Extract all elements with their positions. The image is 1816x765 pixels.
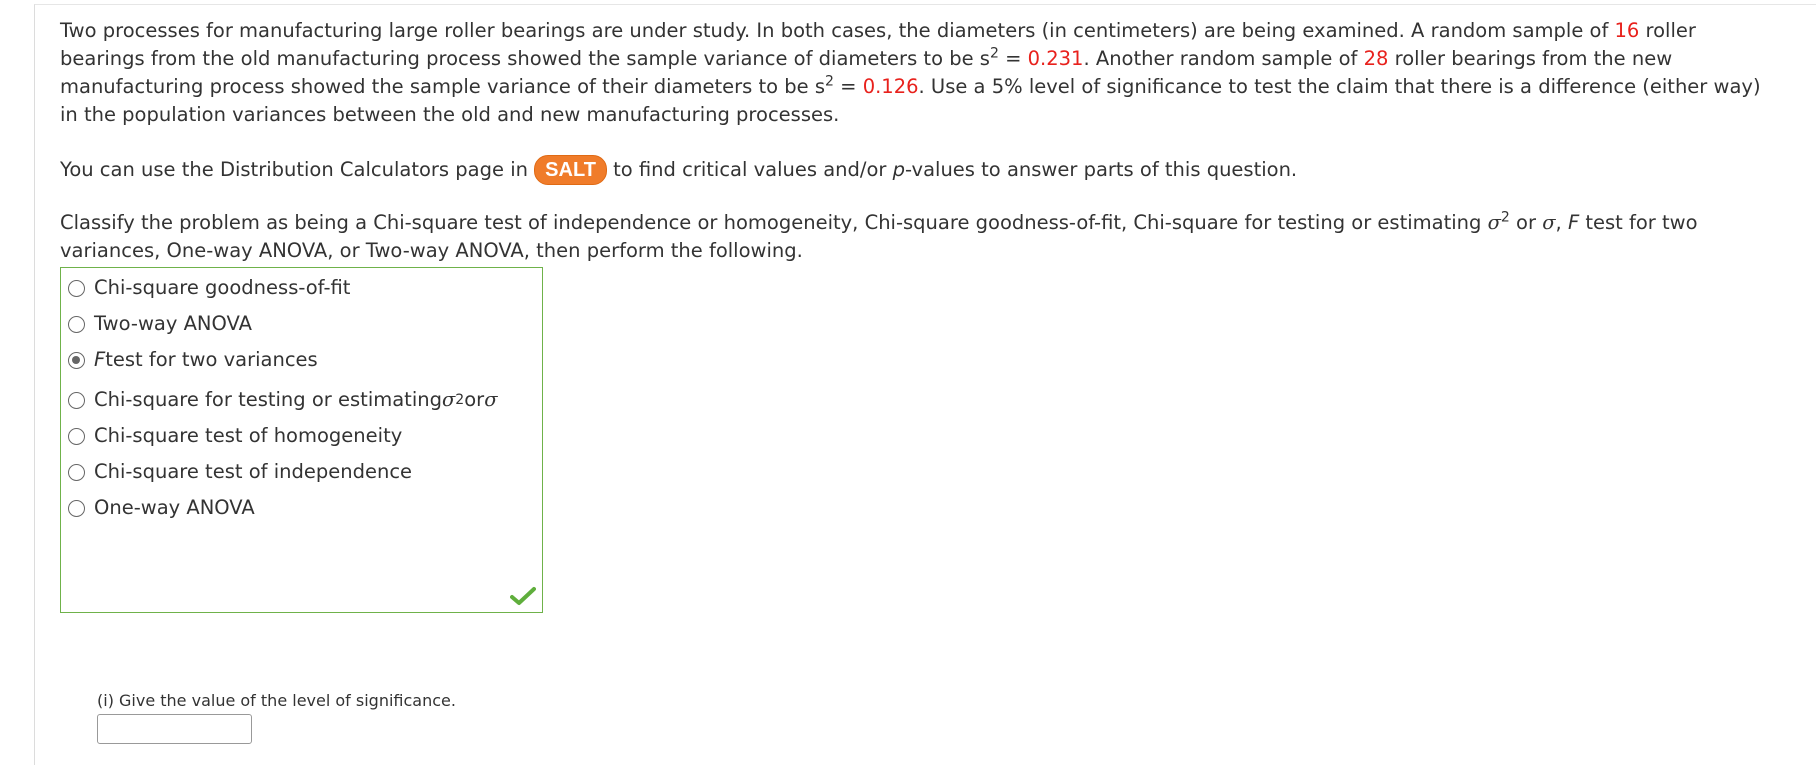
choice-f-test-two-variances[interactable]: F test for two variances [68,346,318,374]
part-i-section: (i) Give the value of the level of signi… [97,691,456,744]
question-panel: Two processes for manufacturing large ro… [34,4,1816,765]
salt-instruction: You can use the Distribution Calculators… [60,155,1780,185]
choice-one-way-anova[interactable]: One-way ANOVA [68,494,255,522]
radio-button[interactable] [68,315,85,333]
test-type-radio-group: Chi-square goodness-of-fit Two-way ANOVA… [60,267,543,613]
radio-button[interactable] [68,499,85,517]
radio-button[interactable] [68,279,85,297]
choice-chi-square-goodness-of-fit[interactable]: Chi-square goodness-of-fit [68,274,350,302]
classify-instruction: Classify the problem as being a Chi-squa… [60,209,1698,262]
radio-button[interactable] [68,427,85,445]
significance-level-input[interactable] [97,714,252,744]
problem-statement: Two processes for manufacturing large ro… [60,19,1761,126]
choice-chi-square-independence[interactable]: Chi-square test of independence [68,458,412,486]
checkmark-icon [510,587,536,605]
salt-link-button[interactable]: SALT [534,155,607,185]
part-i-prompt: (i) Give the value of the level of signi… [97,691,456,710]
sample-variance-new: 0.126 [862,75,919,98]
radio-button-selected[interactable] [68,351,85,369]
question-content: Two processes for manufacturing large ro… [60,5,1780,613]
choice-chi-square-homogeneity[interactable]: Chi-square test of homogeneity [68,422,402,450]
sample-variance-old: 0.231 [1027,47,1084,70]
choice-two-way-anova[interactable]: Two-way ANOVA [68,310,252,338]
sample-size-new: 28 [1363,47,1389,70]
choice-chi-square-variance[interactable]: Chi-square for testing or estimating σ2 … [68,386,498,414]
radio-button[interactable] [68,463,85,481]
radio-button[interactable] [68,391,85,409]
sample-size-old: 16 [1614,19,1640,42]
